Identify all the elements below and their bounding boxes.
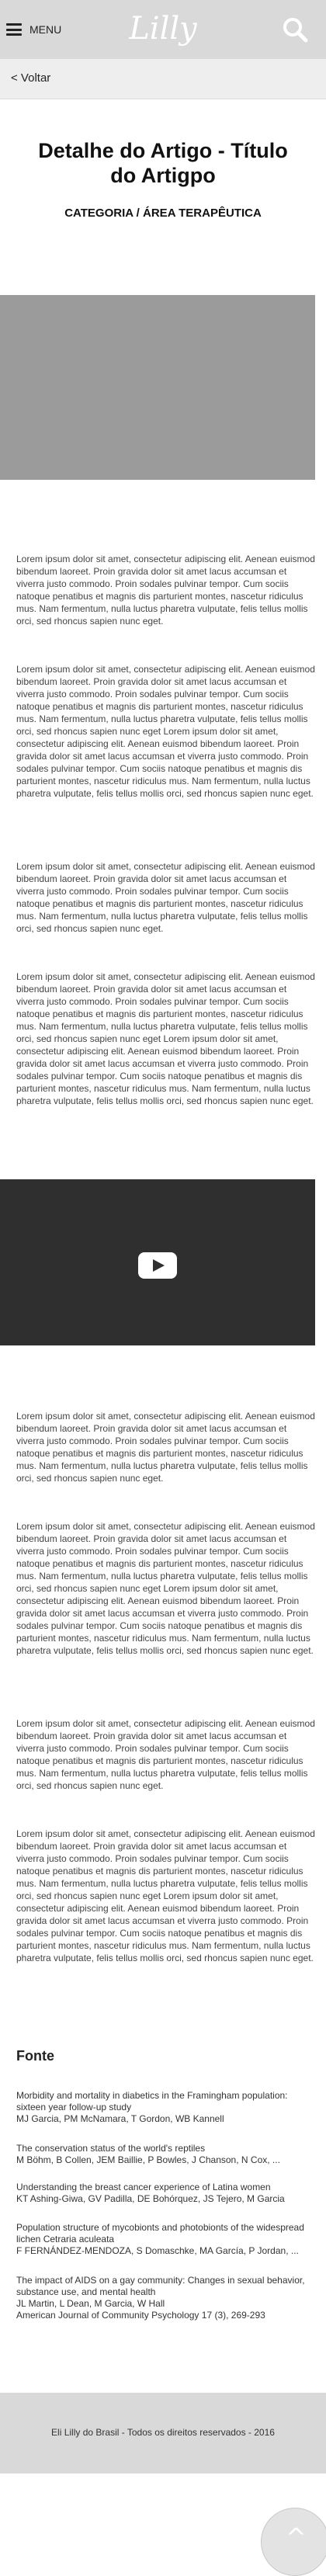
back-bar: < Voltar [0,59,326,99]
article-image [0,295,315,480]
source-authors: MJ Garcia, PM McNamara, T Gordon, WB Kan… [16,2113,224,2124]
menu-button[interactable]: MENU [6,19,61,40]
back-link[interactable]: < Voltar [11,71,50,85]
source-authors: M Böhm, B Collen, JEM Baillie, P Bowles,… [16,2154,280,2165]
article-paragraph: Lorem ipsum dolor sit amet, consectetur … [16,664,315,799]
top-navigation-bar: MENU Lilly [0,0,326,59]
source-item[interactable]: Understanding the breast cancer experien… [16,2182,315,2205]
source-item[interactable]: The impact of AIDS on a gay community: C… [16,2275,315,2321]
source-authors: JL Martin, L Dean, M Garcia, W Hall [16,2298,165,2309]
source-item[interactable]: The conservation status of the world's r… [16,2143,315,2166]
article-paragraph: Lorem ipsum dolor sit amet, consectetur … [16,861,315,934]
logo-text: Lilly [128,11,198,47]
article-paragraph: Lorem ipsum dolor sit amet, consectetur … [16,554,315,627]
source-title[interactable]: Morbidity and mortality in diabetics in … [16,2090,288,2113]
article-paragraph: Lorem ipsum dolor sit amet, consectetur … [16,1411,315,1484]
footer: Eli Lilly do Brasil - Todos os direitos … [0,2393,326,2474]
lilly-logo[interactable]: Lilly [116,5,210,54]
article-video[interactable] [0,1179,315,1345]
source-title[interactable]: The impact of AIDS on a gay community: C… [16,2275,305,2297]
footer-copyright: Eli Lilly do Brasil - Todos os direitos … [51,2427,275,2438]
source-authors: KT Ashing-Giwa, GV Padilla, DE Bohórquez… [16,2193,285,2204]
article-category: CATEGORIA / ÁREA TERAPÊUTICA [64,207,262,220]
source-item[interactable]: Morbidity and mortality in diabetics in … [16,2090,315,2125]
back-to-top-button[interactable]: ^ [261,2508,326,2576]
search-icon[interactable] [281,16,309,43]
source-title[interactable]: Understanding the breast cancer experien… [16,2182,315,2193]
hamburger-icon [6,23,22,36]
menu-label: MENU [29,23,62,36]
source-title[interactable]: The conservation status of the world's r… [16,2143,315,2154]
article-paragraph: Lorem ipsum dolor sit amet, consectetur … [16,971,315,1106]
source-item[interactable]: Population structure of mycobionts and p… [16,2222,315,2257]
sources-heading: Fonte [16,2048,54,2064]
source-journal: American Journal of Community Psychology… [16,2310,265,2321]
play-icon[interactable] [138,1252,177,1279]
article-paragraph: Lorem ipsum dolor sit amet, consectetur … [16,1718,315,1791]
article-paragraph: Lorem ipsum dolor sit amet, consectetur … [16,1521,315,1656]
article-paragraph: Lorem ipsum dolor sit amet, consectetur … [16,1828,315,1963]
source-authors: F FERNÁNDEZ-MENDOZA, S Domaschke, MA Gar… [16,2245,299,2256]
source-title[interactable]: Population structure of mycobionts and p… [16,2222,304,2244]
chevron-up-icon: ^ [286,2522,307,2552]
article-title: Detalhe do Artigo - Título do Artigpo [38,139,288,187]
